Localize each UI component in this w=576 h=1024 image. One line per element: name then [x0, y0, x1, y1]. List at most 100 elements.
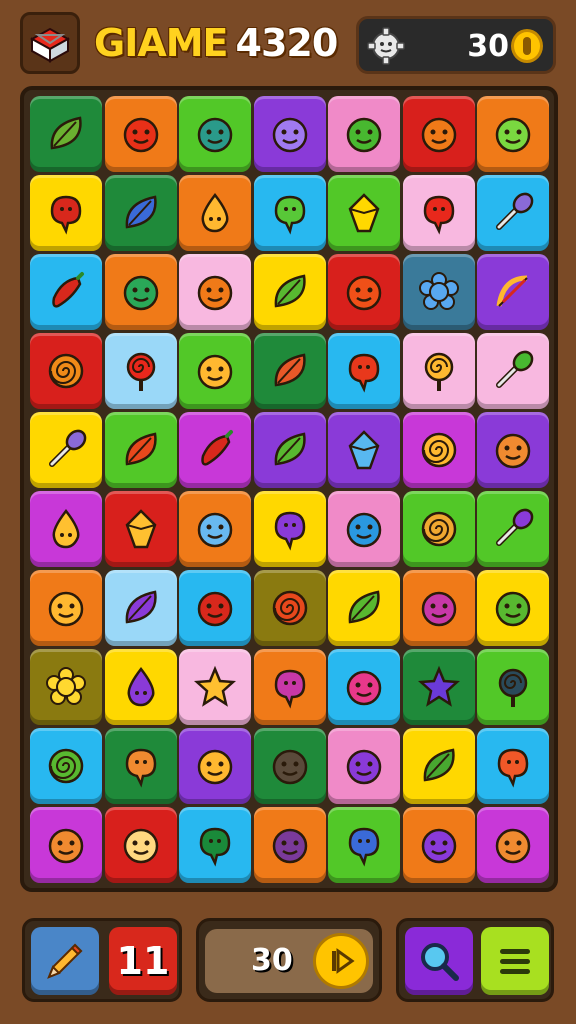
board-tile[interactable]	[30, 807, 102, 883]
board-tile[interactable]	[477, 96, 549, 172]
board-tile[interactable]	[402, 728, 475, 804]
face-icon	[495, 117, 531, 153]
game-title: GIAME 4320	[94, 18, 338, 68]
face-icon	[197, 117, 233, 153]
board-tile[interactable]	[30, 728, 102, 804]
board-tile[interactable]	[253, 728, 326, 804]
board-tile[interactable]	[328, 728, 400, 804]
pencil-button[interactable]	[31, 927, 99, 995]
board-tile[interactable]	[402, 807, 475, 883]
board-tile[interactable]	[402, 491, 475, 567]
board-tile[interactable]	[328, 96, 400, 172]
board-tile[interactable]	[104, 412, 177, 488]
face-icon	[421, 117, 456, 153]
gear-icon[interactable]	[367, 27, 405, 65]
board-tile[interactable]	[179, 570, 251, 646]
board-tile[interactable]	[179, 175, 251, 251]
pepper-icon	[201, 430, 233, 466]
bow-icon	[496, 275, 528, 307]
board-tile[interactable]	[402, 412, 475, 488]
board-tile[interactable]	[30, 570, 102, 646]
board-tile[interactable]	[30, 412, 102, 488]
board-tile[interactable]	[477, 175, 549, 251]
coin-icon	[511, 29, 543, 63]
tile-grid	[30, 96, 549, 883]
drop-icon	[201, 192, 229, 233]
board-tile[interactable]	[477, 254, 549, 330]
board-tile[interactable]	[328, 254, 400, 330]
board-tile[interactable]	[402, 96, 475, 172]
board-tile[interactable]	[253, 649, 326, 725]
blob-icon	[50, 195, 82, 235]
board-tile[interactable]	[328, 570, 400, 646]
board-tile[interactable]	[30, 491, 102, 567]
board-tile[interactable]	[30, 333, 102, 409]
board-tile[interactable]	[104, 728, 177, 804]
board-tile[interactable]	[179, 333, 251, 409]
pencil-icon	[47, 943, 83, 979]
search-button[interactable]	[405, 927, 473, 995]
board-tile[interactable]	[30, 649, 102, 725]
gift-box-icon[interactable]	[20, 12, 80, 74]
board-tile[interactable]	[477, 807, 549, 883]
board-tile[interactable]	[179, 728, 251, 804]
blob-icon	[274, 669, 305, 709]
board-tile[interactable]	[253, 491, 326, 567]
board-tile[interactable]	[104, 96, 177, 172]
board-tile[interactable]	[477, 491, 549, 567]
board-tile[interactable]	[30, 254, 102, 330]
board-tile[interactable]	[402, 254, 475, 330]
face-icon	[495, 828, 531, 864]
board-tile[interactable]	[328, 412, 400, 488]
board-tile[interactable]	[402, 570, 475, 646]
board-tile[interactable]	[179, 491, 251, 567]
game-board	[20, 86, 558, 892]
board-tile[interactable]	[179, 254, 251, 330]
board-tile[interactable]	[477, 649, 549, 725]
play-button[interactable]	[313, 933, 369, 989]
menu-button[interactable]	[481, 927, 549, 995]
board-tile[interactable]	[179, 412, 251, 488]
board-tile[interactable]	[253, 412, 326, 488]
board-tile[interactable]	[253, 333, 326, 409]
board-tile[interactable]	[104, 649, 177, 725]
board-tile[interactable]	[253, 175, 326, 251]
board-tile[interactable]	[179, 96, 251, 172]
board-tile[interactable]	[328, 175, 400, 251]
moves-button[interactable]: 11	[109, 927, 177, 995]
board-tile[interactable]	[179, 649, 251, 725]
board-tile[interactable]	[402, 649, 475, 725]
pepper-icon	[52, 272, 84, 308]
board-tile[interactable]	[477, 728, 549, 804]
board-tile[interactable]	[104, 491, 177, 567]
board-tile[interactable]	[30, 96, 102, 172]
flower-icon	[46, 667, 86, 705]
right-controls	[396, 918, 554, 1002]
board-tile[interactable]	[253, 807, 326, 883]
star-icon	[417, 665, 460, 707]
board-tile[interactable]	[328, 649, 400, 725]
board-tile[interactable]	[477, 570, 549, 646]
flower-icon	[418, 272, 459, 310]
board-tile[interactable]	[104, 570, 177, 646]
board-tile[interactable]	[104, 254, 177, 330]
board-tile[interactable]	[30, 175, 102, 251]
board-tile[interactable]	[253, 254, 326, 330]
board-tile[interactable]	[253, 570, 326, 646]
board-tile[interactable]	[104, 807, 177, 883]
wand-icon	[496, 508, 534, 546]
title-text: GIAME	[94, 21, 229, 65]
board-tile[interactable]	[328, 491, 400, 567]
spiral-icon	[272, 590, 307, 626]
board-tile[interactable]	[104, 175, 177, 251]
board-tile[interactable]	[328, 807, 400, 883]
board-tile[interactable]	[104, 333, 177, 409]
lollipop-icon	[498, 668, 528, 707]
board-tile[interactable]	[477, 412, 549, 488]
board-tile[interactable]	[402, 333, 475, 409]
board-tile[interactable]	[402, 175, 475, 251]
board-tile[interactable]	[477, 333, 549, 409]
board-tile[interactable]	[179, 807, 251, 883]
board-tile[interactable]	[328, 333, 400, 409]
board-tile[interactable]	[253, 96, 326, 172]
